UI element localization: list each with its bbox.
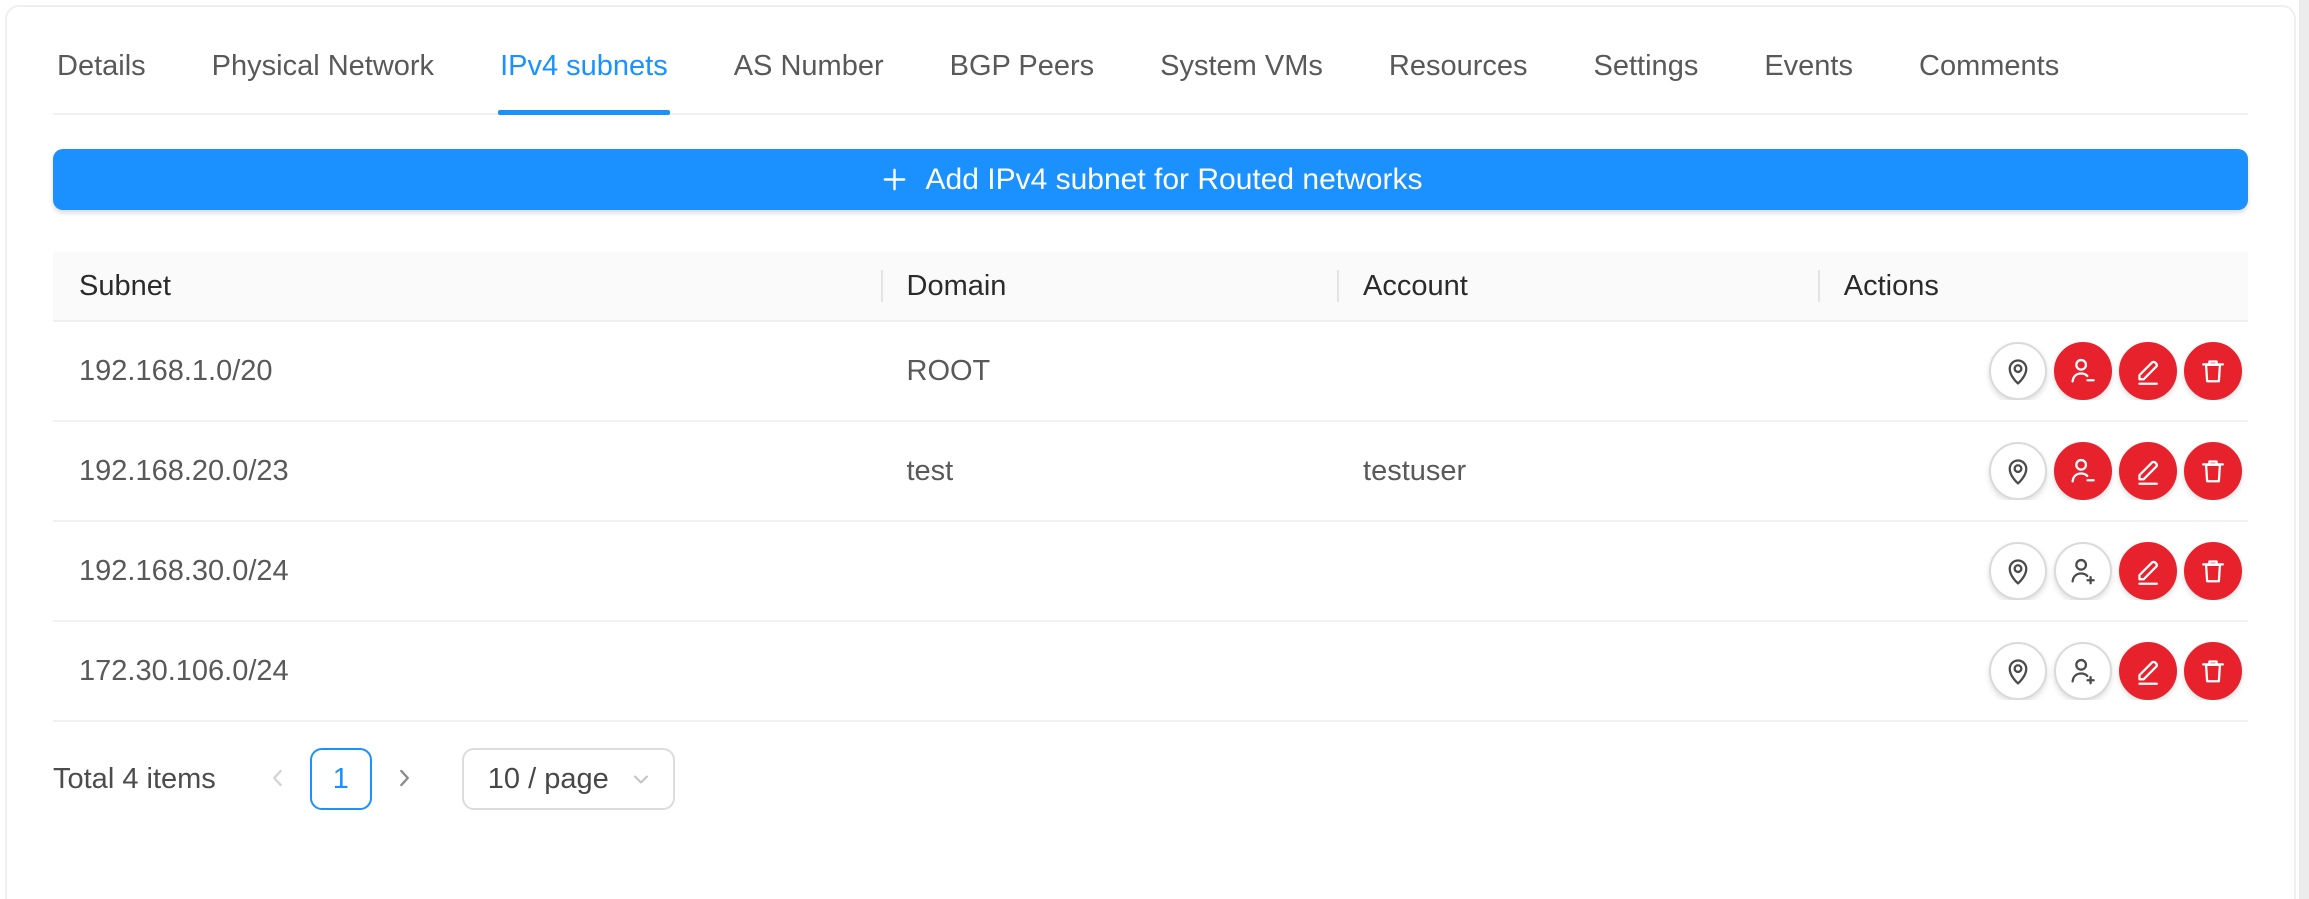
edit-icon bbox=[2132, 355, 2164, 387]
action-edit-button[interactable] bbox=[2119, 342, 2177, 400]
domain-cell: test bbox=[881, 455, 1338, 488]
chevron-left-icon bbox=[265, 765, 291, 794]
user-plus-icon bbox=[2067, 655, 2099, 687]
actions-cell bbox=[1818, 342, 2248, 400]
action-user-minus-button[interactable] bbox=[2054, 442, 2112, 500]
add-ipv4-subnet-label: Add IPv4 subnet for Routed networks bbox=[926, 163, 1423, 197]
subnet-cell: 192.168.30.0/24 bbox=[53, 555, 881, 588]
column-header-account: Account bbox=[1337, 270, 1818, 303]
location-pin-icon bbox=[2002, 655, 2034, 687]
action-delete-button[interactable] bbox=[2184, 442, 2242, 500]
delete-icon bbox=[2197, 455, 2229, 487]
action-edit-button[interactable] bbox=[2119, 442, 2177, 500]
delete-icon bbox=[2197, 655, 2229, 687]
action-location-pin-button[interactable] bbox=[1989, 442, 2047, 500]
pagination-page-1-button[interactable]: 1 bbox=[310, 748, 372, 810]
table-row: 192.168.30.0/24 bbox=[53, 522, 2248, 622]
action-user-minus-button[interactable] bbox=[2054, 342, 2112, 400]
page: Details Physical Network IPv4 subnets AS Nu… bbox=[0, 0, 2309, 899]
location-pin-icon bbox=[2002, 355, 2034, 387]
user-plus-icon bbox=[2067, 555, 2099, 587]
tab-label: Physical Network bbox=[212, 50, 434, 82]
edit-icon bbox=[2132, 455, 2164, 487]
tab-comments[interactable]: Comments bbox=[1917, 7, 2061, 113]
ipv4-subnets-table: SubnetDomainAccountActions 192.168.1.0/2… bbox=[53, 252, 2248, 722]
delete-icon bbox=[2197, 355, 2229, 387]
action-user-plus-button[interactable] bbox=[2054, 542, 2112, 600]
table-header-row: SubnetDomainAccountActions bbox=[53, 252, 2248, 322]
action-location-pin-button[interactable] bbox=[1989, 642, 2047, 700]
action-delete-button[interactable] bbox=[2184, 642, 2242, 700]
page-size-value: 10 / page bbox=[488, 763, 609, 796]
column-header-domain: Domain bbox=[881, 270, 1338, 303]
tab-physical-network[interactable]: Physical Network bbox=[210, 7, 436, 113]
delete-icon bbox=[2197, 555, 2229, 587]
tab-label: Details bbox=[57, 50, 146, 82]
tab-settings[interactable]: Settings bbox=[1592, 7, 1701, 113]
tab-label: System VMs bbox=[1160, 50, 1323, 82]
tab-label: Resources bbox=[1389, 50, 1528, 82]
action-delete-button[interactable] bbox=[2184, 342, 2242, 400]
action-location-pin-button[interactable] bbox=[1989, 542, 2047, 600]
subnet-cell: 192.168.20.0/23 bbox=[53, 455, 881, 488]
pagination: Total 4 items 1 10 / page bbox=[53, 748, 2248, 810]
chevron-down-icon bbox=[629, 767, 653, 791]
actions-cell bbox=[1818, 542, 2248, 600]
tab-bgp-peers[interactable]: BGP Peers bbox=[948, 7, 1097, 113]
actions-cell bbox=[1818, 642, 2248, 700]
domain-cell: ROOT bbox=[881, 355, 1338, 388]
location-pin-icon bbox=[2002, 455, 2034, 487]
edit-icon bbox=[2132, 655, 2164, 687]
tab-system-vms[interactable]: System VMs bbox=[1158, 7, 1325, 113]
tab-ipv4-subnets[interactable]: IPv4 subnets bbox=[498, 7, 670, 113]
network-detail-card: Details Physical Network IPv4 subnets AS Nu… bbox=[5, 5, 2296, 899]
table-row: 172.30.106.0/24 bbox=[53, 622, 2248, 722]
add-ipv4-subnet-button[interactable]: Add IPv4 subnet for Routed networks bbox=[53, 149, 2248, 210]
table-row: 192.168.1.0/20ROOT bbox=[53, 322, 2248, 422]
tab-resources[interactable]: Resources bbox=[1387, 7, 1530, 113]
plus-icon bbox=[879, 164, 910, 195]
tab-label: IPv4 subnets bbox=[500, 50, 668, 82]
tab-label: Comments bbox=[1919, 50, 2059, 82]
account-cell: testuser bbox=[1337, 455, 1818, 488]
user-minus-icon bbox=[2067, 355, 2099, 387]
tab-bar: Details Physical Network IPv4 subnets AS Nu… bbox=[53, 7, 2248, 115]
location-pin-icon bbox=[2002, 555, 2034, 587]
subnet-cell: 192.168.1.0/20 bbox=[53, 355, 881, 388]
column-header-subnet: Subnet bbox=[53, 270, 881, 303]
action-edit-button[interactable] bbox=[2119, 542, 2177, 600]
scrollbar[interactable] bbox=[2299, 0, 2309, 899]
pagination-prev-button[interactable] bbox=[254, 748, 302, 810]
pagination-total: Total 4 items bbox=[53, 763, 216, 796]
user-minus-icon bbox=[2067, 455, 2099, 487]
action-delete-button[interactable] bbox=[2184, 542, 2242, 600]
action-user-plus-button[interactable] bbox=[2054, 642, 2112, 700]
tab-label: Events bbox=[1764, 50, 1853, 82]
action-edit-button[interactable] bbox=[2119, 642, 2177, 700]
action-location-pin-button[interactable] bbox=[1989, 342, 2047, 400]
pagination-next-button[interactable] bbox=[380, 748, 428, 810]
edit-icon bbox=[2132, 555, 2164, 587]
column-header-actions: Actions bbox=[1818, 270, 2248, 303]
table-body: 192.168.1.0/20ROOT192.168.20.0/23testtes… bbox=[53, 322, 2248, 722]
actions-cell bbox=[1818, 442, 2248, 500]
tab-label: AS Number bbox=[734, 50, 884, 82]
chevron-right-icon bbox=[391, 765, 417, 794]
tab-events[interactable]: Events bbox=[1762, 7, 1855, 113]
tab-label: Settings bbox=[1594, 50, 1699, 82]
table-row: 192.168.20.0/23testtestuser bbox=[53, 422, 2248, 522]
tab-details[interactable]: Details bbox=[55, 7, 148, 113]
tab-as-number[interactable]: AS Number bbox=[732, 7, 886, 113]
tab-label: BGP Peers bbox=[950, 50, 1095, 82]
subnet-cell: 172.30.106.0/24 bbox=[53, 655, 881, 688]
page-size-select[interactable]: 10 / page bbox=[462, 748, 675, 810]
